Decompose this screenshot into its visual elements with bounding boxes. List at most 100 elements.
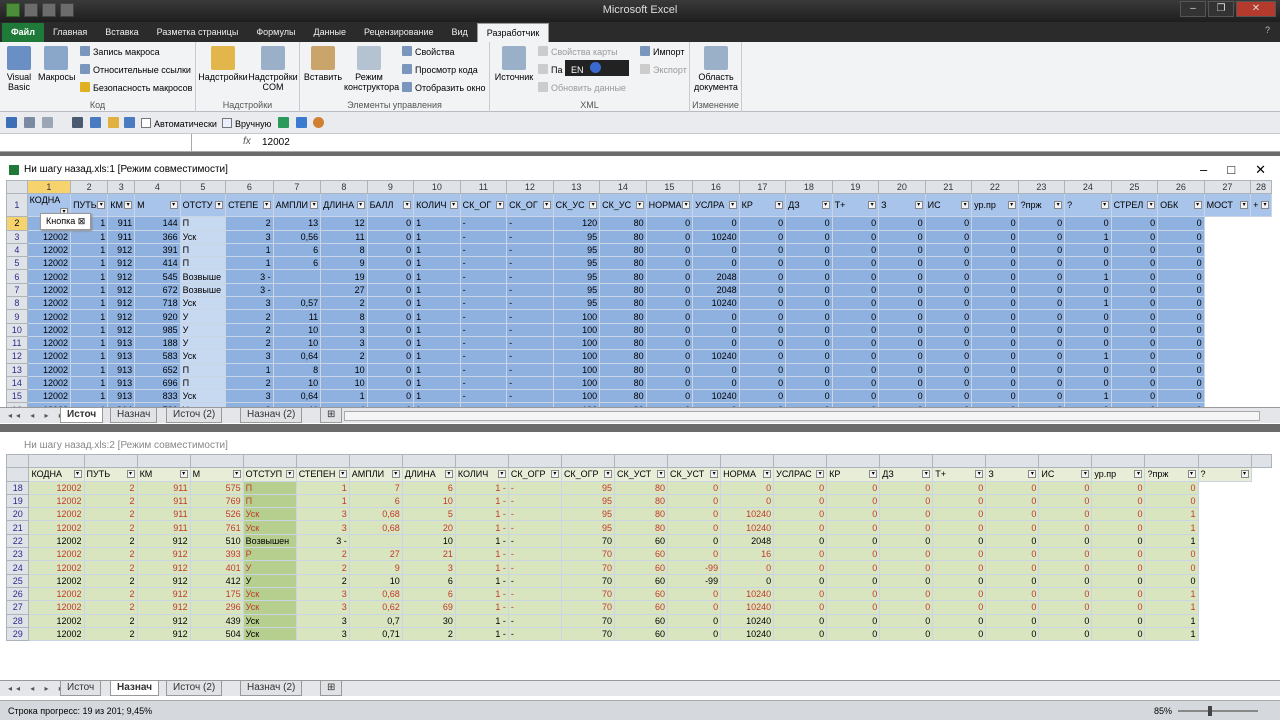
cell[interactable]: -: [459, 256, 508, 271]
cell[interactable]: 0: [831, 389, 880, 404]
filter-dropdown-icon[interactable]: ▾: [403, 201, 412, 210]
column-header[interactable]: 22: [971, 179, 1019, 195]
cell[interactable]: -: [506, 349, 554, 364]
column-header[interactable]: 26: [1157, 179, 1205, 195]
cell[interactable]: 2: [83, 480, 138, 495]
cell[interactable]: 0: [785, 282, 833, 298]
cell[interactable]: 10240: [720, 520, 775, 535]
column-header[interactable]: [879, 453, 934, 469]
cell[interactable]: 0: [1157, 282, 1205, 298]
cell[interactable]: 1: [295, 480, 350, 495]
cell[interactable]: 12002: [28, 547, 85, 562]
column-header[interactable]: 5: [179, 179, 227, 195]
cell[interactable]: [272, 282, 322, 298]
cell[interactable]: [272, 269, 322, 284]
row-header[interactable]: [5, 467, 30, 482]
cell[interactable]: 0: [924, 389, 973, 404]
cell[interactable]: 0: [692, 309, 740, 324]
cell[interactable]: Уск: [179, 229, 227, 244]
cell[interactable]: 0: [826, 586, 881, 602]
cell[interactable]: 60: [613, 533, 669, 549]
cell[interactable]: 0: [1157, 216, 1205, 231]
cell[interactable]: 0: [1091, 480, 1146, 495]
cell[interactable]: -: [506, 389, 554, 404]
filter-dropdown-icon[interactable]: ▾: [1054, 201, 1063, 210]
cell[interactable]: Возвышен: [242, 533, 297, 549]
cell[interactable]: 2: [83, 626, 138, 642]
cell[interactable]: 912: [107, 322, 136, 337]
cell[interactable]: 1: [413, 269, 461, 284]
cell[interactable]: 175: [189, 586, 244, 602]
cell[interactable]: 0: [1017, 296, 1066, 311]
filter-dropdown-icon[interactable]: ▾: [635, 201, 644, 210]
cell[interactable]: 0: [1017, 282, 1066, 298]
cell[interactable]: 10: [272, 375, 322, 391]
cell[interactable]: 0: [773, 626, 828, 642]
cell[interactable]: Р: [242, 547, 297, 562]
column-header[interactable]: [773, 453, 828, 469]
cell[interactable]: 912: [107, 242, 136, 258]
cell[interactable]: У: [179, 309, 227, 324]
cell[interactable]: 0,56: [272, 229, 322, 244]
cell[interactable]: 0: [1064, 309, 1112, 324]
cell[interactable]: 0: [878, 269, 926, 284]
filter-dropdown-icon[interactable]: ▾: [124, 201, 133, 210]
column-header[interactable]: [83, 453, 138, 469]
cell[interactable]: 2: [320, 349, 368, 364]
cell[interactable]: 0: [1064, 216, 1112, 231]
cell[interactable]: 0: [645, 309, 694, 324]
restore-button[interactable]: ❐: [1208, 1, 1234, 17]
column-header[interactable]: [189, 453, 244, 469]
filter-dropdown-icon[interactable]: ▾: [1007, 201, 1016, 210]
column-header[interactable]: [5, 453, 30, 469]
cell[interactable]: 0: [831, 229, 880, 244]
cell[interactable]: У: [179, 335, 227, 351]
column-header[interactable]: 21: [924, 179, 973, 195]
cell[interactable]: 911: [136, 480, 191, 495]
cell[interactable]: 985: [134, 322, 181, 337]
cell[interactable]: 0: [985, 626, 1040, 642]
filter-dropdown-icon[interactable]: ▾: [868, 201, 877, 210]
cell[interactable]: П: [179, 362, 227, 377]
cell[interactable]: 912: [136, 586, 191, 602]
column-header[interactable]: [560, 453, 615, 469]
cell[interactable]: 60: [613, 586, 669, 602]
cell[interactable]: 0: [878, 362, 926, 377]
cell[interactable]: 12002: [28, 613, 85, 628]
cell[interactable]: 3: [295, 507, 350, 522]
cell[interactable]: 412: [189, 573, 244, 588]
document-panel-button[interactable]: Область документа: [692, 46, 740, 92]
filter-dropdown-icon[interactable]: ▾: [262, 201, 271, 210]
filter-dropdown-icon[interactable]: ▾: [1081, 470, 1090, 479]
save-icon[interactable]: [6, 117, 17, 128]
filter-dropdown-icon[interactable]: ▾: [542, 201, 551, 210]
cell[interactable]: 0: [1017, 322, 1066, 337]
column-header[interactable]: [613, 453, 669, 469]
column-header[interactable]: [507, 453, 562, 469]
cell[interactable]: 0: [924, 256, 973, 271]
row-header[interactable]: 12: [6, 349, 28, 364]
minimize-button[interactable]: –: [1180, 1, 1206, 17]
cell[interactable]: 60: [613, 573, 669, 588]
cell[interactable]: 0: [1064, 282, 1112, 298]
row-header[interactable]: 18: [5, 480, 30, 495]
cell[interactable]: 911: [136, 493, 191, 509]
design-mode-button[interactable]: Режим конструктора: [344, 46, 399, 92]
cell[interactable]: 0: [1110, 282, 1159, 298]
cell[interactable]: 652: [134, 362, 181, 377]
filter-dropdown-icon[interactable]: ▾: [657, 470, 666, 479]
row-header[interactable]: 21: [5, 520, 30, 535]
cell[interactable]: 366: [134, 229, 181, 244]
cell[interactable]: 0: [826, 626, 881, 642]
tab-6[interactable]: Рецензирование: [355, 23, 443, 42]
cell[interactable]: 0: [773, 613, 828, 628]
cell[interactable]: 0: [785, 216, 833, 231]
cell[interactable]: 0: [645, 362, 694, 377]
cell[interactable]: 0: [366, 269, 415, 284]
column-header[interactable]: 1: [26, 179, 72, 195]
cell[interactable]: Уск: [179, 296, 227, 311]
filter-dropdown-icon[interactable]: ▾: [550, 470, 559, 479]
cell[interactable]: 0: [879, 626, 934, 642]
cell[interactable]: -: [459, 216, 508, 231]
cell[interactable]: -: [459, 229, 508, 244]
